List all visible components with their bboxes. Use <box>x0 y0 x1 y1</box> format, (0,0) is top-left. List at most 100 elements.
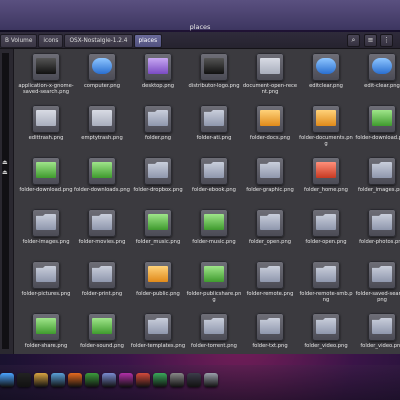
file-item[interactable]: computer.png <box>74 49 130 101</box>
file-item[interactable]: folder-docs.png <box>242 101 298 153</box>
file-item[interactable]: folder-public.png <box>130 257 186 309</box>
file-item[interactable]: desktop.png <box>130 49 186 101</box>
menu-icon[interactable]: ⋮ <box>380 34 393 47</box>
file-icon <box>32 53 60 81</box>
file-item[interactable]: document-open-recent.png <box>242 49 298 101</box>
file-item[interactable]: folder-images.png <box>18 205 74 257</box>
breadcrumb-icons[interactable]: icons <box>38 34 64 48</box>
file-item[interactable]: edittrash.png <box>18 101 74 153</box>
file-item[interactable]: folder-publicshare.png <box>186 257 242 309</box>
media-icon[interactable] <box>119 373 133 387</box>
file-item[interactable]: folder-photos.png <box>354 205 400 257</box>
file-item[interactable]: folder-remote.png <box>242 257 298 309</box>
file-icon <box>368 209 396 237</box>
file-item[interactable]: folder_video.png <box>354 309 400 354</box>
breadcrumb-volume[interactable]: B Volume <box>0 34 38 48</box>
file-icon <box>88 261 116 289</box>
file-item[interactable]: folder-graphic.png <box>242 153 298 205</box>
file-name: folder-share.png <box>24 343 68 349</box>
file-name: folder-movies.png <box>78 239 126 245</box>
home-icon[interactable] <box>34 373 48 387</box>
file-name: folder_open.png <box>248 239 292 245</box>
file-item[interactable]: folder-txt.png <box>242 309 298 354</box>
file-icon <box>368 313 396 341</box>
file-name: edittrash.png <box>28 135 64 141</box>
terminal-icon[interactable] <box>17 373 31 387</box>
power-icon[interactable] <box>187 373 201 387</box>
file-item[interactable]: distributor-logo.png <box>186 49 242 101</box>
file-item[interactable]: folder-sound.png <box>74 309 130 354</box>
dock <box>0 365 400 400</box>
network-icon[interactable] <box>51 373 65 387</box>
file-item[interactable]: folder.png <box>130 101 186 153</box>
breadcrumb-theme[interactable]: OSX-Nostalgie-1.2.4 <box>64 34 133 48</box>
file-item[interactable]: editclear.png <box>298 49 354 101</box>
file-item[interactable]: folder-share.png <box>18 309 74 354</box>
file-item[interactable]: folder-templates.png <box>130 309 186 354</box>
file-item[interactable]: folder-pictures.png <box>18 257 74 309</box>
file-item[interactable]: folder-print.png <box>74 257 130 309</box>
file-item[interactable]: folder-downloads.png <box>74 153 130 205</box>
file-grid: application-x-gnome-saved-search.png comp… <box>18 49 400 354</box>
file-name: folder-photos.png <box>359 239 400 245</box>
file-icon <box>88 105 116 133</box>
mail-icon[interactable] <box>102 373 116 387</box>
file-name: application-x-gnome-saved-search.png <box>18 83 74 95</box>
file-item[interactable]: folder-movies.png <box>74 205 130 257</box>
list-view-icon[interactable]: ≡ <box>364 34 377 47</box>
file-icon <box>256 53 284 81</box>
file-name: folder-templates.png <box>130 343 186 349</box>
file-item[interactable]: folder-saved-search.png <box>354 257 400 309</box>
chrome-icon[interactable] <box>85 373 99 387</box>
file-item[interactable]: folder-open.png <box>298 205 354 257</box>
file-item[interactable]: folder_music.png <box>130 205 186 257</box>
file-name: emptytrash.png <box>81 135 123 141</box>
finder-icon[interactable] <box>0 373 14 387</box>
file-item[interactable]: folder-ebook.png <box>186 153 242 205</box>
file-item[interactable]: folder-music.png <box>186 205 242 257</box>
file-icon <box>88 313 116 341</box>
file-icon <box>312 157 340 185</box>
file-item[interactable]: folder_video.png <box>298 309 354 354</box>
file-item[interactable]: folder-download.png <box>18 153 74 205</box>
file-name: folder-documents.png <box>299 135 353 147</box>
file-item[interactable]: folder-documents.png <box>298 101 354 153</box>
breadcrumb-places[interactable]: places <box>133 34 163 48</box>
firefox-icon[interactable] <box>68 373 82 387</box>
file-icon <box>312 209 340 237</box>
file-icon <box>200 261 228 289</box>
file-name: folder-txt.png <box>252 343 288 349</box>
file-item[interactable]: folder-remote-smb.png <box>298 257 354 309</box>
music-icon[interactable] <box>153 373 167 387</box>
file-icon <box>312 261 340 289</box>
file-icon <box>368 157 396 185</box>
file-manager-toolbar: B Volume icons OSX-Nostalgie-1.2.4 place… <box>0 32 400 49</box>
file-name: folder-download.png <box>19 187 73 193</box>
file-item[interactable]: folder-ati.png <box>186 101 242 153</box>
file-name: computer.png <box>83 83 121 89</box>
file-item[interactable]: folder-torrent.png <box>186 309 242 354</box>
file-name: folder.png <box>144 135 172 141</box>
file-name: folder_home.png <box>304 187 348 193</box>
file-item[interactable]: folder-dropbox.png <box>130 153 186 205</box>
file-item[interactable]: folder_images.png <box>354 153 400 205</box>
search-icon[interactable]: ⌕ <box>347 34 360 47</box>
breadcrumb: B Volume icons OSX-Nostalgie-1.2.4 place… <box>0 34 163 48</box>
settings-icon[interactable] <box>170 373 184 387</box>
file-item[interactable]: application-x-gnome-saved-search.png <box>18 49 74 101</box>
sidebar-places-list[interactable] <box>2 53 9 349</box>
eject-icon[interactable]: ⏏ <box>2 159 8 166</box>
file-icon <box>312 105 340 133</box>
file-item[interactable]: folder-download.png <box>354 101 400 153</box>
file-item[interactable]: edit-clear.png <box>354 49 400 101</box>
file-icon <box>200 53 228 81</box>
file-name: folder-dropbox.png <box>133 187 183 193</box>
eject-icon[interactable]: ⏏ <box>2 169 8 176</box>
file-item[interactable]: folder_open.png <box>242 205 298 257</box>
file-name: desktop.png <box>141 83 175 89</box>
file-item[interactable]: emptytrash.png <box>74 101 130 153</box>
file-item[interactable]: folder_home.png <box>298 153 354 205</box>
photos-icon[interactable] <box>136 373 150 387</box>
trash-icon[interactable] <box>204 373 218 387</box>
file-name: folder-remote-smb.png <box>299 291 353 303</box>
